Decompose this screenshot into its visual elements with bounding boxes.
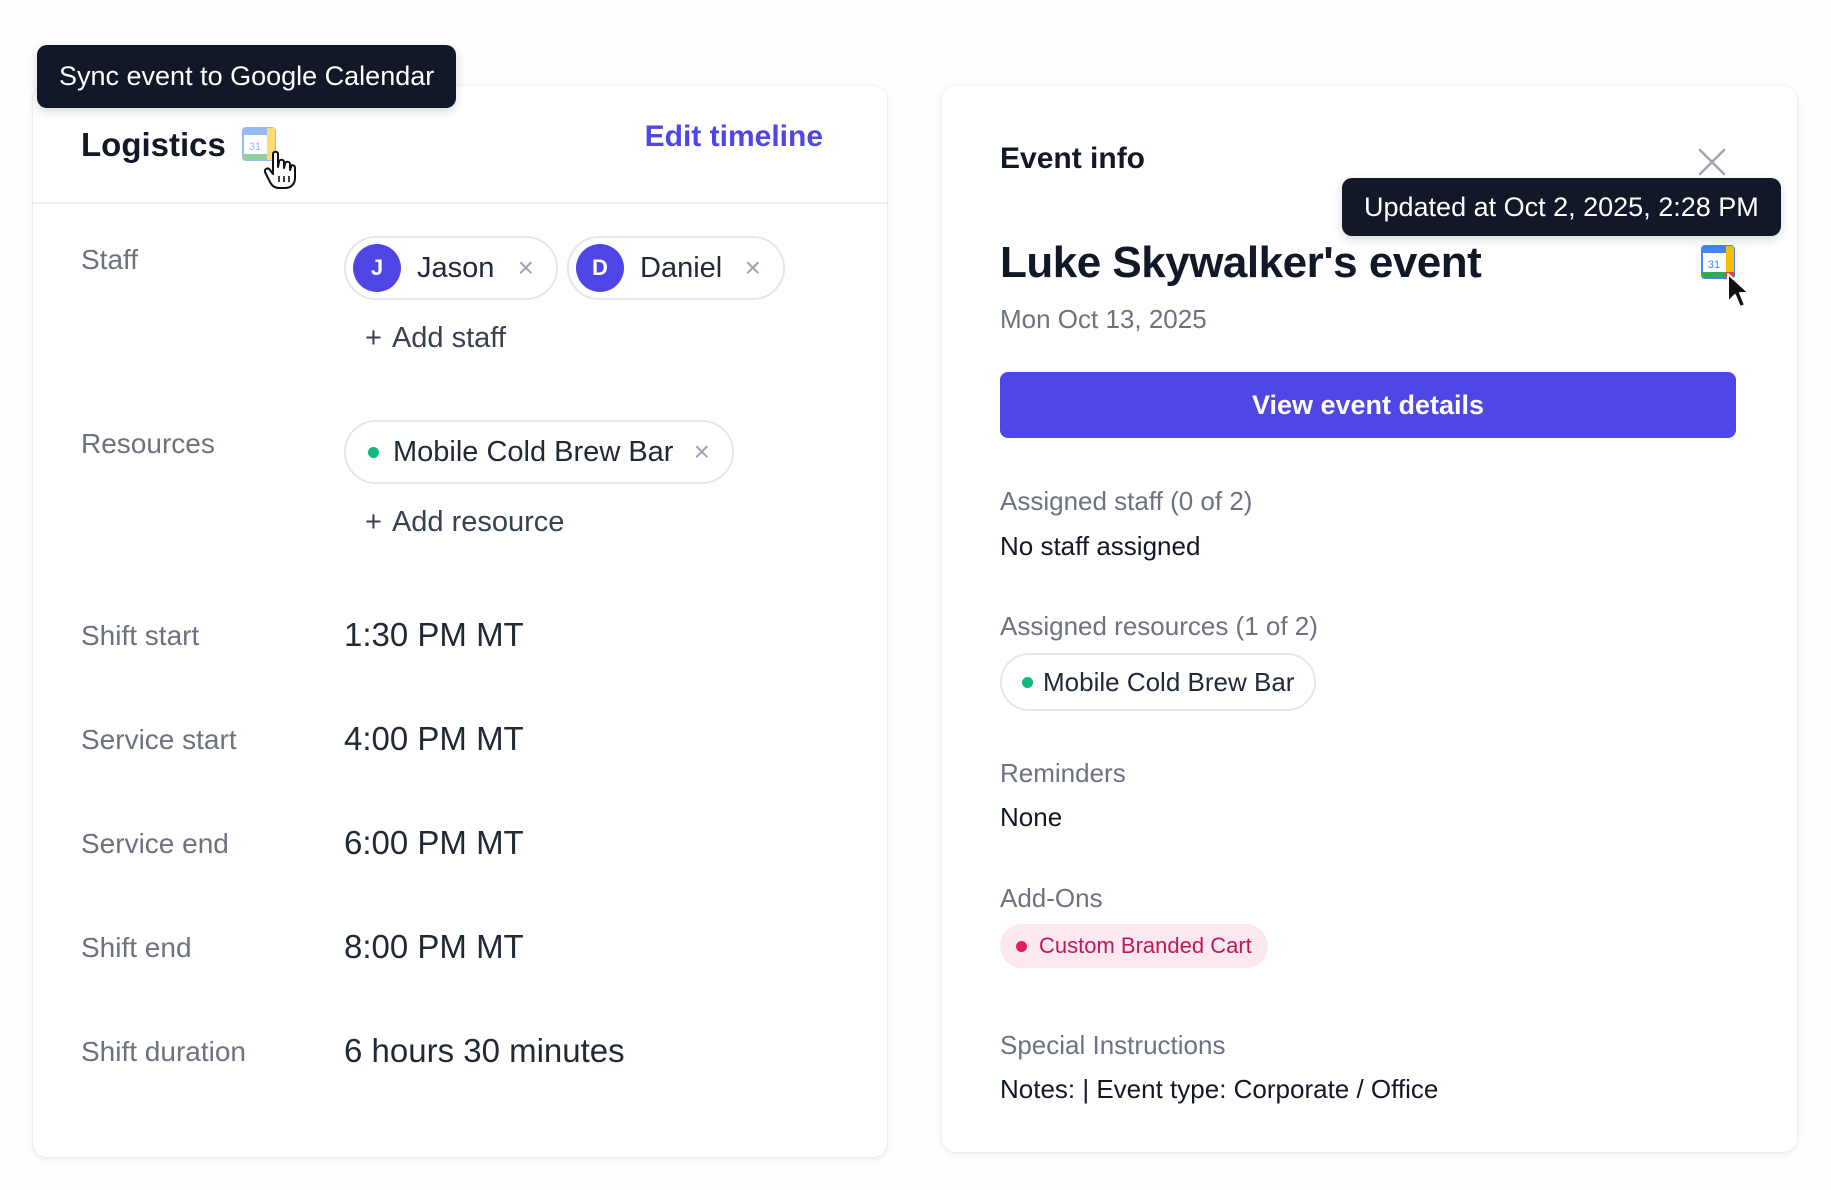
plus-icon: + (365, 322, 382, 354)
arrow-cursor-icon (1727, 273, 1750, 308)
remove-staff-icon[interactable]: × (518, 252, 534, 284)
logistics-card: Logistics 31 Edit timeline Staff J Jason… (33, 86, 887, 1157)
resource-name: Mobile Cold Brew Bar (393, 435, 674, 468)
add-staff-button[interactable]: + Add staff (365, 322, 506, 355)
shift-duration-label: Shift duration (81, 1036, 246, 1067)
remove-staff-icon[interactable]: × (745, 252, 761, 284)
plus-icon: + (365, 506, 382, 538)
staff-name: Daniel (640, 251, 723, 284)
avatar: D (576, 244, 624, 292)
remove-resource-icon[interactable]: × (694, 436, 710, 468)
status-dot-icon (1016, 940, 1027, 952)
staff-chip-daniel: D Daniel × (567, 236, 785, 300)
staff-label: Staff (81, 244, 139, 275)
shift-end-label: Shift end (81, 932, 192, 963)
special-instructions-value: Notes: | Event type: Corporate / Office (1000, 1074, 1439, 1104)
reminders-value: None (1000, 802, 1063, 832)
add-resource-button[interactable]: + Add resource (365, 506, 564, 539)
resource-chip: Mobile Cold Brew Bar × (344, 420, 734, 484)
event-date: Mon Oct 13, 2025 (1000, 304, 1207, 334)
svg-text:31: 31 (249, 141, 261, 153)
view-event-details-button[interactable]: View event details (1000, 372, 1736, 438)
updated-tooltip-text: Updated at Oct 2, 2025, 2:28 PM (1364, 191, 1759, 222)
hand-cursor-icon (263, 150, 296, 189)
event-name: Luke Skywalker's event (1000, 238, 1482, 287)
logistics-title: Logistics (81, 126, 226, 163)
avatar: J (353, 244, 401, 292)
page: Logistics 31 Edit timeline Staff J Jason… (0, 0, 1831, 1190)
addon-name: Custom Branded Cart (1039, 933, 1252, 958)
assigned-resource-chip: Mobile Cold Brew Bar (1000, 653, 1317, 711)
special-instructions-label: Special Instructions (1000, 1030, 1226, 1060)
assigned-staff-label: Assigned staff (0 of 2) (1000, 486, 1253, 516)
service-start-value: 4:00 PM MT (344, 720, 524, 757)
status-dot-icon (1022, 676, 1033, 688)
event-info-card: Event info Luke Skywalker's event 31 Mon… (942, 86, 1797, 1152)
add-resource-label: Add resource (391, 506, 565, 538)
sync-tooltip: Sync event to Google Calendar (37, 45, 457, 108)
service-end-label: Service end (81, 828, 229, 859)
assigned-resource-name: Mobile Cold Brew Bar (1043, 666, 1295, 697)
staff-chip-jason: J Jason × (344, 236, 558, 300)
shift-start-label: Shift start (81, 620, 200, 651)
staff-name: Jason (417, 251, 495, 284)
shift-duration-value: 6 hours 30 minutes (344, 1032, 625, 1069)
shift-end-value: 8:00 PM MT (344, 928, 524, 965)
resources-label: Resources (81, 428, 215, 459)
edit-timeline-link[interactable]: Edit timeline (645, 120, 823, 154)
addon-badge: Custom Branded Cart (1000, 924, 1268, 968)
close-icon[interactable] (1696, 146, 1728, 178)
service-end-value: 6:00 PM MT (344, 824, 524, 861)
shift-start-value: 1:30 PM MT (344, 616, 524, 653)
service-start-label: Service start (81, 724, 237, 755)
sync-tooltip-text: Sync event to Google Calendar (59, 61, 435, 91)
event-info-title: Event info (1000, 142, 1146, 175)
reminders-label: Reminders (1000, 758, 1126, 788)
assigned-staff-value: No staff assigned (1000, 531, 1201, 561)
status-dot-icon (368, 446, 379, 458)
assigned-resources-label: Assigned resources (1 of 2) (1000, 611, 1318, 641)
add-staff-label: Add staff (391, 322, 506, 354)
svg-text:31: 31 (1708, 259, 1720, 271)
addons-label: Add-Ons (1000, 883, 1103, 913)
updated-tooltip: Updated at Oct 2, 2025, 2:28 PM (1342, 178, 1781, 236)
